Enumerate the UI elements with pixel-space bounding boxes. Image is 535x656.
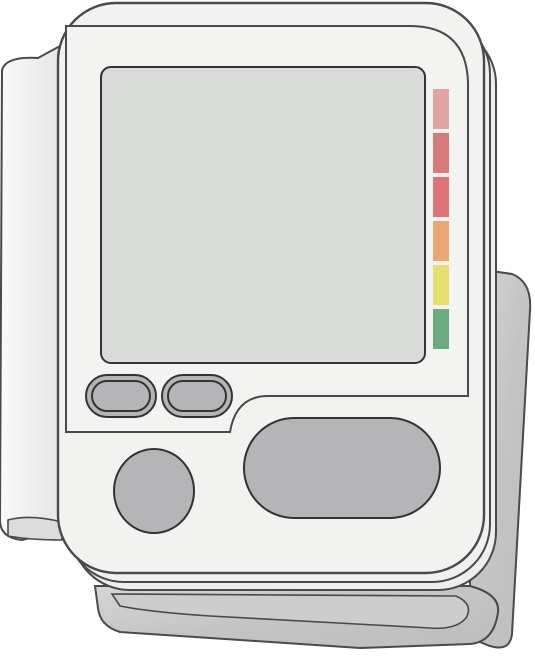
small-left-button[interactable] (85, 374, 157, 418)
start-button[interactable] (243, 417, 441, 519)
indicator-level-4 (433, 221, 449, 261)
indicator-level-3 (433, 177, 449, 217)
blood-pressure-monitor (0, 1, 532, 650)
small-left-button-face (91, 380, 151, 412)
round-button[interactable] (113, 448, 195, 534)
lcd-screen (100, 66, 426, 364)
indicator-level-6 (433, 309, 449, 349)
indicator-level-5 (433, 265, 449, 305)
wrist-strap-left-edge (7, 516, 63, 541)
indicator-level-2 (433, 133, 449, 173)
indicator-level-1 (433, 89, 449, 129)
small-right-button-face (167, 380, 227, 412)
small-right-button[interactable] (161, 374, 233, 418)
